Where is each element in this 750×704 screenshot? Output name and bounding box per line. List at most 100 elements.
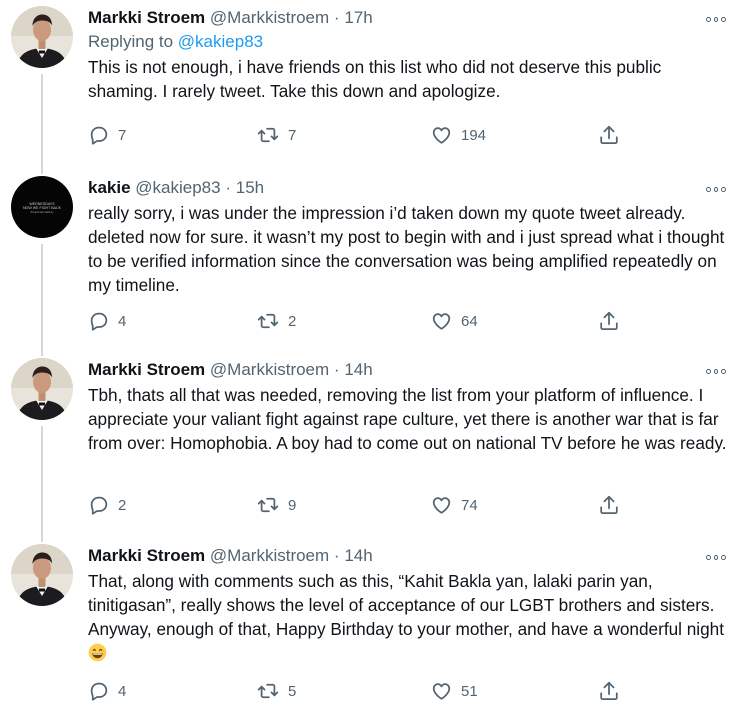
like-count: 64 — [461, 312, 478, 330]
tweet[interactable]: Markki Stroem @Markkistroem · 14h That, … — [0, 538, 750, 703]
timestamp[interactable]: 14h — [344, 546, 372, 565]
tweet-content: Markki Stroem @Markkistroem · 17h Replyi… — [88, 6, 730, 103]
handle[interactable]: @Markkistroem — [210, 8, 329, 27]
retweet-count: 9 — [288, 496, 297, 514]
display-name[interactable]: Markki Stroem — [88, 546, 205, 565]
tweet-text: really sorry, i was under the impression… — [88, 203, 725, 295]
timestamp[interactable]: 17h — [344, 8, 372, 27]
timestamp[interactable]: 14h — [344, 360, 372, 379]
tweet-text: That, along with comments such as this, … — [88, 571, 725, 639]
retweet-icon — [256, 310, 280, 332]
tweet-text-block: That, along with comments such as this, … — [88, 569, 730, 665]
tweet-content: kakie @kakiep83 · 15h really sorry, i wa… — [88, 176, 730, 297]
more-icon[interactable] — [706, 185, 727, 193]
tweet-content: Markki Stroem @Markkistroem · 14h Tbh, t… — [88, 358, 730, 455]
avatar[interactable] — [11, 358, 73, 420]
tweet[interactable]: WEDNESDAYS NOW WE FIGHT BACK #GaAhadndaN… — [0, 170, 750, 356]
more-icon[interactable] — [706, 367, 727, 375]
tweet-header: Markki Stroem @Markkistroem · 14h — [88, 544, 730, 568]
profile-photo: WEDNESDAYS NOW WE FIGHT BACK #GaAhadndaN… — [11, 176, 73, 238]
tweet-text: Tbh, thats all that was needed, removing… — [88, 385, 727, 453]
share-icon — [598, 310, 620, 332]
share-icon — [598, 680, 620, 702]
tweet-actions: 2 9 74 — [88, 494, 648, 518]
tweet[interactable]: Markki Stroem @Markkistroem · 17h Replyi… — [0, 0, 750, 174]
like-button[interactable]: 194 — [430, 124, 486, 146]
reply-button[interactable]: 7 — [88, 124, 126, 146]
thread-connector-line — [41, 426, 43, 542]
separator-dot: · — [333, 360, 340, 379]
display-name[interactable]: Markki Stroem — [88, 360, 205, 379]
tweet-actions: 7 7 194 — [88, 124, 648, 148]
handle[interactable]: @Markkistroem — [210, 546, 329, 565]
like-icon — [430, 494, 453, 516]
like-icon — [430, 310, 453, 332]
avatar[interactable]: WEDNESDAYS NOW WE FIGHT BACK #GaAhadndaN… — [11, 176, 73, 238]
replying-to-handle-link[interactable]: @kakiep83 — [178, 32, 263, 51]
retweet-button[interactable]: 9 — [256, 494, 296, 516]
avatar[interactable] — [11, 6, 73, 68]
retweet-icon — [256, 494, 280, 516]
reply-icon — [88, 310, 110, 332]
timestamp[interactable]: 15h — [236, 178, 264, 197]
like-button[interactable]: 74 — [430, 494, 478, 516]
reply-icon — [88, 124, 110, 146]
retweet-count: 5 — [288, 682, 297, 700]
reply-button[interactable]: 4 — [88, 680, 126, 702]
share-button[interactable] — [598, 124, 620, 146]
handle[interactable]: @Markkistroem — [210, 360, 329, 379]
replying-to: Replying to @kakiep83 — [88, 30, 730, 54]
separator-dot: · — [333, 8, 340, 27]
avatar-text: #GaAhadndaNay — [30, 210, 54, 214]
tweet[interactable]: Markki Stroem @Markkistroem · 14h Tbh, t… — [0, 352, 750, 542]
share-icon — [598, 494, 620, 516]
tweet-header: Markki Stroem @Markkistroem · 17h — [88, 6, 730, 30]
replying-to-label: Replying to — [88, 32, 174, 51]
tweet-content: Markki Stroem @Markkistroem · 14h That, … — [88, 544, 730, 665]
thread-connector-line — [41, 74, 43, 174]
avatar[interactable] — [11, 544, 73, 606]
more-icon[interactable] — [706, 15, 727, 23]
retweet-count: 7 — [288, 126, 297, 144]
share-icon — [598, 124, 620, 146]
like-count: 51 — [461, 682, 478, 700]
share-button[interactable] — [598, 680, 620, 702]
like-button[interactable]: 51 — [430, 680, 478, 702]
retweet-icon — [256, 124, 280, 146]
handle[interactable]: @kakiep83 — [135, 178, 220, 197]
reply-icon — [88, 494, 110, 516]
retweet-button[interactable]: 7 — [256, 124, 296, 146]
like-button[interactable]: 64 — [430, 310, 478, 332]
profile-photo — [11, 358, 73, 420]
retweet-count: 2 — [288, 312, 297, 330]
tweet-actions: 4 2 64 — [88, 310, 648, 334]
like-icon — [430, 124, 453, 146]
reply-count: 4 — [118, 682, 127, 700]
reply-button[interactable]: 4 — [88, 310, 126, 332]
like-count: 194 — [461, 126, 487, 144]
share-button[interactable] — [598, 310, 620, 332]
reply-count: 2 — [118, 496, 127, 514]
reply-thread: Markki Stroem @Markkistroem · 17h Replyi… — [0, 0, 750, 703]
separator-dot: · — [225, 178, 231, 197]
grinning-emoji — [88, 643, 107, 662]
display-name[interactable]: kakie — [88, 178, 131, 197]
thread-connector-line — [41, 244, 43, 356]
tweet-actions: 4 5 51 — [88, 680, 648, 704]
profile-photo — [11, 544, 73, 606]
share-button[interactable] — [598, 494, 620, 516]
reply-icon — [88, 680, 110, 702]
more-icon[interactable] — [706, 553, 727, 561]
display-name[interactable]: Markki Stroem — [88, 8, 205, 27]
tweet-text: This is not enough, i have friends on th… — [88, 57, 662, 101]
retweet-button[interactable]: 5 — [256, 680, 296, 702]
tweet-header: Markki Stroem @Markkistroem · 14h — [88, 358, 730, 382]
retweet-icon — [256, 680, 280, 702]
profile-photo — [11, 6, 73, 68]
reply-button[interactable]: 2 — [88, 494, 126, 516]
retweet-button[interactable]: 2 — [256, 310, 296, 332]
separator-dot: · — [333, 546, 340, 565]
like-count: 74 — [461, 496, 478, 514]
reply-count: 4 — [118, 312, 127, 330]
reply-count: 7 — [118, 126, 127, 144]
